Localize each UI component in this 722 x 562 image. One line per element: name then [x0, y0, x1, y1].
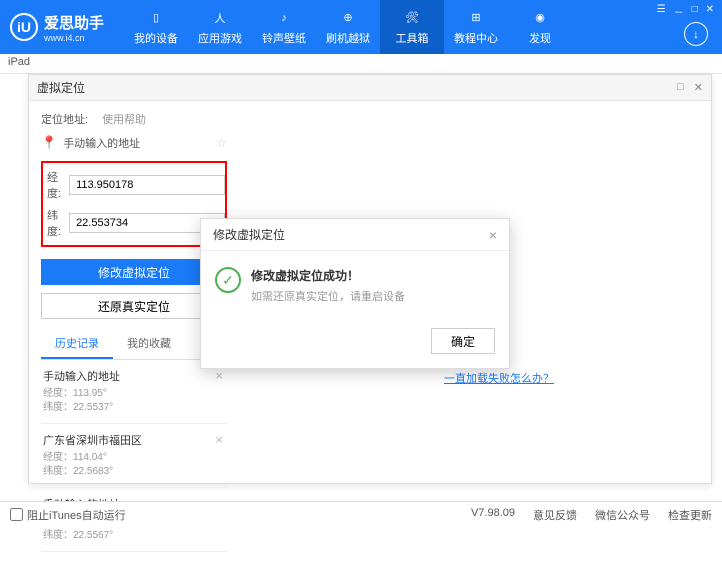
- wechat-link[interactable]: 微信公众号: [595, 507, 650, 523]
- modal-close-icon[interactable]: ×: [489, 227, 497, 243]
- history-item[interactable]: 广东省深圳市福田区 经度：114.04° 纬度：22.5683° ×: [41, 424, 227, 488]
- status-bar: 阻止iTunes自动运行 V7.98.09 意见反馈 微信公众号 检查更新: [0, 501, 722, 527]
- logo-text: 爱思助手: [44, 12, 104, 33]
- logo: iU 爱思助手 www.i4.cn: [10, 12, 104, 43]
- logo-icon: iU: [10, 13, 38, 41]
- app-header: iU 爱思助手 www.i4.cn ▯我的设备 人应用游戏 ♪铃声壁纸 ⊕刷机越…: [0, 0, 722, 54]
- download-button[interactable]: ↓: [684, 22, 708, 46]
- settings-icon[interactable]: ☰: [657, 4, 666, 19]
- nav-toolbox[interactable]: 🛠工具箱: [380, 0, 444, 54]
- device-bar: iPad: [0, 54, 722, 74]
- music-icon: ♪: [274, 9, 294, 27]
- address-value: 手动输入的地址: [63, 135, 210, 151]
- panel-maximize-icon[interactable]: □: [677, 81, 684, 94]
- favorite-icon[interactable]: ☆: [216, 136, 227, 150]
- nav-discover[interactable]: ◉发现: [508, 0, 572, 54]
- compass-icon: ◉: [530, 9, 550, 27]
- book-icon: ⊞: [466, 9, 486, 27]
- modal-subtitle: 如需还原真实定位，请重启设备: [251, 288, 405, 304]
- check-update-link[interactable]: 检查更新: [668, 507, 712, 523]
- panel-title: 虚拟定位: [37, 79, 85, 96]
- minimize-icon[interactable]: －: [674, 4, 684, 19]
- maximize-icon[interactable]: □: [692, 4, 698, 19]
- logo-subtitle: www.i4.cn: [44, 33, 104, 43]
- address-label: 定位地址:: [41, 111, 88, 127]
- version-label: V7.98.09: [471, 507, 515, 523]
- main-nav: ▯我的设备 人应用游戏 ♪铃声壁纸 ⊕刷机越狱 🛠工具箱 ⊞教程中心 ◉发现: [124, 0, 572, 54]
- device-icon: ▯: [146, 9, 166, 27]
- delete-history-icon[interactable]: ×: [215, 368, 223, 383]
- panel-close-icon[interactable]: ✕: [694, 81, 703, 94]
- panel-header: 虚拟定位 □ ✕: [29, 75, 711, 101]
- longitude-label: 经度:: [47, 169, 61, 201]
- ok-button[interactable]: 确定: [431, 328, 495, 354]
- window-controls: ☰ － □ ✕: [657, 4, 714, 19]
- success-check-icon: ✓: [215, 267, 241, 293]
- loading-help-link[interactable]: 一直加载失败怎么办？: [444, 370, 554, 386]
- nav-jailbreak[interactable]: ⊕刷机越狱: [316, 0, 380, 54]
- pin-icon: 📍: [41, 135, 57, 151]
- delete-history-icon[interactable]: ×: [215, 432, 223, 447]
- modal-message: 修改虚拟定位成功！: [251, 267, 405, 284]
- nav-my-device[interactable]: ▯我的设备: [124, 0, 188, 54]
- tab-favorites[interactable]: 我的收藏: [113, 329, 185, 359]
- nav-ringtones[interactable]: ♪铃声壁纸: [252, 0, 316, 54]
- latitude-label: 纬度:: [47, 207, 61, 239]
- nav-tutorials[interactable]: ⊞教程中心: [444, 0, 508, 54]
- apps-icon: 人: [210, 9, 230, 27]
- nav-apps[interactable]: 人应用游戏: [188, 0, 252, 54]
- help-link[interactable]: 使用帮助: [102, 111, 146, 127]
- tab-history[interactable]: 历史记录: [41, 329, 113, 359]
- jailbreak-icon: ⊕: [338, 9, 358, 27]
- longitude-input[interactable]: [69, 175, 225, 195]
- close-icon[interactable]: ✕: [706, 4, 714, 19]
- history-item[interactable]: 手动输入的地址 经度：113.95° 纬度：22.5537° ×: [41, 360, 227, 424]
- feedback-link[interactable]: 意见反馈: [533, 507, 577, 523]
- toolbox-icon: 🛠: [402, 9, 422, 27]
- block-itunes-checkbox[interactable]: [10, 508, 23, 521]
- modal-title: 修改虚拟定位: [213, 226, 285, 243]
- block-itunes-label: 阻止iTunes自动运行: [27, 507, 126, 523]
- success-modal: 修改虚拟定位 × ✓ 修改虚拟定位成功！ 如需还原真实定位，请重启设备 确定: [200, 218, 510, 369]
